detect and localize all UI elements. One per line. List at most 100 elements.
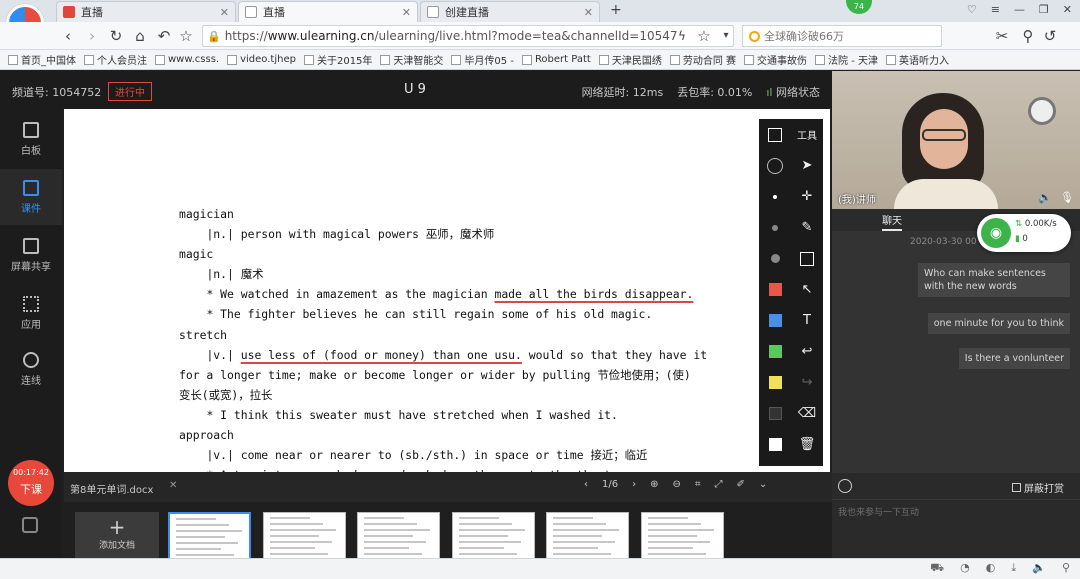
search-box[interactable]: 全球确诊破66万 [742,25,942,47]
close-icon[interactable]: ✕ [220,6,229,19]
mute-tips-checkbox[interactable]: 屏蔽打赏 [1012,480,1064,495]
color-blue[interactable] [759,305,791,336]
bookmark-item[interactable]: 英语听力入 [885,52,949,67]
size-large[interactable] [759,243,791,274]
page-thumbnail[interactable] [168,512,251,558]
page-thumbnail[interactable] [451,512,535,558]
page-thumbnail[interactable] [640,512,724,558]
laser-tool[interactable]: ✛ [791,181,823,212]
collapse-icon[interactable]: ⌄ [759,479,767,490]
bookmark-item[interactable]: video.tjhep [227,54,296,65]
close-icon[interactable]: ✕ [402,6,411,19]
lightning-icon[interactable]: ϟ [672,26,692,46]
bookmark-item[interactable]: 个人会员注 [84,52,147,67]
pointer-tool[interactable]: ➤ [791,150,823,181]
speaker-icon[interactable]: 🔈 [1038,191,1052,204]
undo-icon[interactable]: ↺ [1040,26,1060,46]
sidebar-item-connect[interactable]: 连线 [0,341,62,397]
page-thumbnail[interactable] [357,512,440,558]
clear-tool[interactable]: 🗑 [791,429,823,460]
bookmark-item[interactable]: 关于2015年 [303,52,372,67]
address-bar[interactable]: 🔒 https://www.ulearning.cn/ulearning/liv… [202,25,734,47]
page-thumbnail[interactable] [546,512,629,558]
next-page-icon[interactable]: › [632,479,636,490]
skin-icon[interactable]: ♡ [967,3,977,16]
tab-create-live[interactable]: 创建直播 ✕ [420,1,600,22]
shape-tool[interactable] [791,243,823,274]
zoom-icon[interactable]: ⚲ [1062,561,1070,576]
tab-live-2[interactable]: 直播 ✕ [238,1,418,22]
zoom-in-icon[interactable]: ⊕ [650,479,658,490]
color-white[interactable] [759,429,791,460]
color-black[interactable] [759,398,791,429]
new-tab-button[interactable]: + [610,2,622,18]
refresh-icon[interactable]: ↻ [106,26,126,46]
redo-tool[interactable]: ↪ [791,367,823,398]
download-icon[interactable]: ⤓ [1011,561,1016,576]
chat-input[interactable]: 我也来参与一下互动 [838,505,919,518]
prev-page-icon[interactable]: ‹ [584,479,588,490]
size-small[interactable] [759,181,791,212]
network-status[interactable]: ıl 网络状态 [766,84,820,100]
add-document-button[interactable]: + 添加文档 [75,512,159,558]
history-back-icon[interactable]: ↶ [154,26,174,46]
close-window-icon[interactable]: ✕ [1063,3,1072,16]
tools-menu[interactable]: 工具 [791,119,823,150]
open-external-icon[interactable] [22,517,38,533]
sidebar-item-screen-share[interactable]: 屏幕共享 [0,227,62,283]
dropdown-icon[interactable]: ▾ [716,26,736,46]
close-icon[interactable]: ✕ [584,6,593,19]
bookmark-item[interactable]: 法院 - 天津 [815,52,878,67]
zoom-out-icon[interactable]: ⊖ [672,479,680,490]
end-class-button[interactable]: 00:17:42 下课 [8,460,54,506]
bookmark-item[interactable]: Robert Patt [521,54,591,65]
accelerate-icon[interactable]: ◐ [986,561,996,576]
tab-chat[interactable]: 聊天 [882,212,902,231]
hide-annotation-icon[interactable]: ✐ [737,479,745,490]
courseware-document[interactable]: magician |n.| person with magical powers… [64,109,830,472]
home-icon[interactable]: ⌂ [130,26,150,46]
page-thumbnail[interactable] [262,512,346,558]
favorite-icon[interactable]: ☆ [176,26,196,46]
undo-tool[interactable]: ↩ [791,336,823,367]
menu-icon[interactable]: ≡ [991,3,1000,16]
color-yellow[interactable] [759,367,791,398]
bookmark-star-icon[interactable]: ☆ [694,26,714,46]
bookmark-item[interactable]: 天津智能交 [380,52,443,67]
bookmark-item[interactable]: www.csss. [155,54,219,65]
maximize-icon[interactable]: ❐ [1039,3,1049,16]
forward-icon[interactable]: › [82,26,102,46]
bookmark-item[interactable]: 首页_中国体 [8,52,76,67]
microphone-icon[interactable]: 🎙 [1060,191,1074,204]
cart-icon[interactable]: ⛟ [930,561,944,576]
extension-icon[interactable]: ⚲ [1018,26,1038,46]
bookmark-item[interactable]: 劳动合同 赛 [669,52,736,67]
emoji-icon[interactable] [838,479,852,493]
network-speed-widget[interactable]: ◉ ⇅ 0.00K/s ▮ 0 [977,214,1071,252]
cut-icon[interactable]: ✂ [992,26,1012,46]
speed-icon[interactable]: ◔ [960,561,970,576]
color-red[interactable] [759,274,791,305]
size-medium[interactable] [759,212,791,243]
color-green[interactable] [759,336,791,367]
fit-page-icon[interactable]: ⌗ [695,479,701,490]
fullscreen-icon[interactable]: ⤢ [715,479,723,490]
sound-icon[interactable]: 🔈 [1032,561,1046,576]
tab-live-1[interactable]: 直播 ✕ [56,1,236,22]
minimize-icon[interactable]: — [1014,3,1025,16]
back-icon[interactable]: ‹ [58,26,78,46]
teacher-video[interactable]: (我)讲师 🔈 🎙 [832,71,1080,209]
eraser-tool[interactable]: ⌫ [791,398,823,429]
sidebar-item-whiteboard[interactable]: 白板 [0,111,62,167]
arrow-tool[interactable]: ↖ [791,274,823,305]
bookmark-item[interactable]: 毕月传05 - [451,52,514,67]
ellipse-tool[interactable] [759,150,791,181]
close-document-icon[interactable]: ✕ [169,480,177,491]
bookmark-item[interactable]: 交通事故伤 [744,52,807,67]
text-tool[interactable]: T [791,305,823,336]
pen-tool[interactable]: ✎ [791,212,823,243]
document-filename[interactable]: 第8单元单词.docx [70,481,153,496]
sidebar-item-apps[interactable]: 应用 [0,285,62,341]
sidebar-item-courseware[interactable]: 课件 [0,169,62,225]
rect-tool[interactable] [759,119,791,150]
